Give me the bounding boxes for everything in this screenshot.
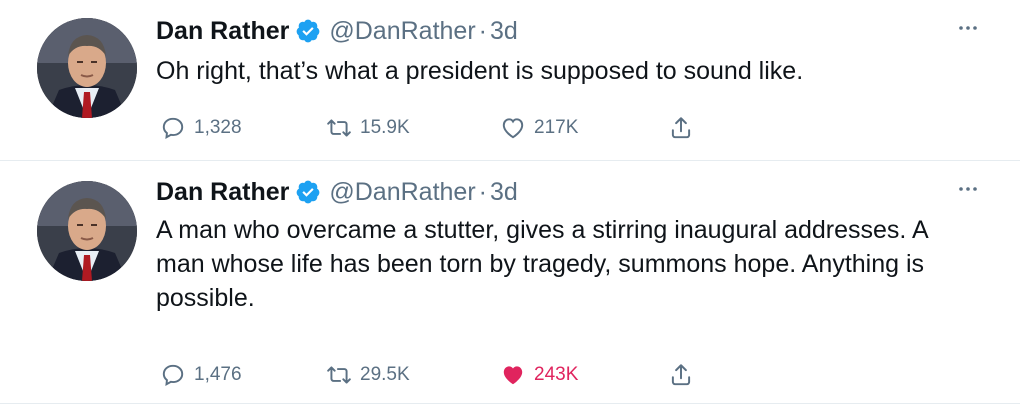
tweet[interactable]: Dan Rather @DanRather · 3d Oh right, tha… <box>0 0 1020 160</box>
reply-button[interactable]: 1,476 <box>160 357 242 393</box>
like-button[interactable]: 243K <box>500 357 578 393</box>
tweet[interactable]: Dan Rather @DanRather · 3d A man who ove… <box>0 161 1020 401</box>
more-options-icon[interactable] <box>956 179 980 199</box>
tweet-timestamp[interactable]: 3d <box>490 17 518 46</box>
author-handle[interactable]: @DanRather <box>329 17 475 46</box>
separator-dot: · <box>478 177 487 206</box>
tweet-divider <box>0 403 1020 404</box>
share-icon <box>671 364 691 386</box>
share-icon <box>671 117 691 139</box>
author-name[interactable]: Dan Rather <box>156 178 289 207</box>
author-name[interactable]: Dan Rather <box>156 17 289 46</box>
tweet-actions: 1,328 15.9K 217K <box>156 110 736 146</box>
verified-badge-icon <box>296 19 320 43</box>
share-button[interactable] <box>668 357 694 393</box>
reply-button[interactable]: 1,328 <box>160 110 242 146</box>
avatar[interactable] <box>37 181 137 281</box>
retweet-icon <box>327 119 351 137</box>
retweet-icon <box>327 366 351 384</box>
reply-icon <box>162 364 184 386</box>
reply-count: 1,476 <box>194 364 242 385</box>
verified-badge-icon <box>296 180 320 204</box>
more-options-icon[interactable] <box>956 18 980 38</box>
like-count: 243K <box>534 364 579 385</box>
tweet-text: Oh right, that’s what a president is sup… <box>156 57 804 85</box>
reply-icon <box>162 117 184 139</box>
separator-dot: · <box>478 16 487 45</box>
retweet-button[interactable]: 29.5K <box>326 357 410 393</box>
like-button[interactable]: 217K <box>500 110 578 146</box>
tweet-text: A man who overcame a stutter, gives a st… <box>156 216 928 312</box>
avatar[interactable] <box>37 18 137 118</box>
like-count: 217K <box>534 117 579 138</box>
retweet-count: 15.9K <box>360 117 410 138</box>
reply-count: 1,328 <box>194 117 242 138</box>
retweet-button[interactable]: 15.9K <box>326 110 410 146</box>
tweet-timestamp[interactable]: 3d <box>490 178 518 207</box>
author-handle[interactable]: @DanRather <box>329 178 475 207</box>
retweet-count: 29.5K <box>360 364 410 385</box>
heart-outline-icon <box>502 118 524 139</box>
share-button[interactable] <box>668 110 694 146</box>
heart-filled-icon <box>503 366 523 385</box>
tweet-actions: 1,476 29.5K 243K <box>156 357 736 393</box>
